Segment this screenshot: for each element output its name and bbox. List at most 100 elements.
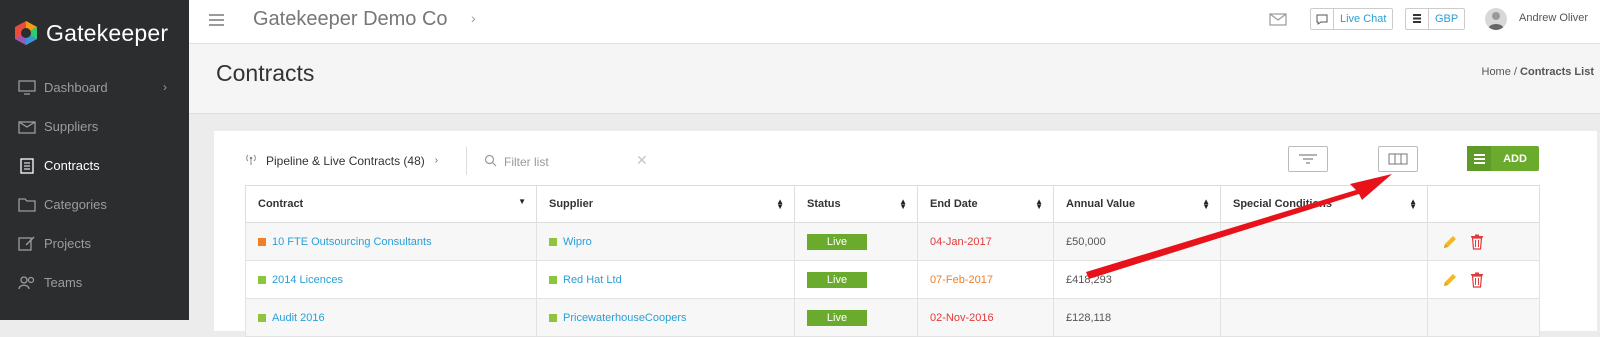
document-icon	[18, 157, 36, 174]
sidebar-item-label: Dashboard	[44, 80, 108, 95]
sort-icon[interactable]: ▲ ▼	[899, 198, 907, 211]
supplier-status-marker	[549, 237, 557, 246]
supplier-link[interactable]: Wipro	[563, 236, 592, 248]
status-badge: Live	[807, 271, 867, 288]
currency-selector[interactable]: GBP	[1405, 8, 1466, 30]
brand-name: Gatekeeper	[46, 19, 169, 46]
annual-value: £418,293	[1066, 273, 1112, 286]
breadcrumb-separator: /	[1513, 66, 1517, 78]
pipeline-selector[interactable]: Pipeline & Live Contracts (48) ›	[244, 153, 438, 168]
end-date: 07-Feb-2017	[930, 273, 993, 286]
trash-icon[interactable]	[1470, 272, 1484, 288]
breadcrumb: Home / Contracts List	[1482, 66, 1595, 78]
box-icon	[18, 119, 36, 135]
column-header-contract[interactable]: Contract ▼	[245, 185, 537, 223]
contract-link[interactable]: Audit 2016	[272, 312, 325, 324]
add-label: ADD	[1503, 152, 1527, 165]
table-row[interactable]: 10 FTE Outsourcing Consultants Wipro Liv…	[245, 222, 1540, 261]
column-header-annual-value[interactable]: Annual Value ▲ ▼	[1053, 185, 1221, 223]
breadcrumb-current: Contracts List	[1520, 66, 1594, 78]
contract-link[interactable]: 10 FTE Outsourcing Consultants	[272, 236, 432, 248]
add-contract-button[interactable]: ADD	[1467, 146, 1539, 171]
chevron-right-icon: ›	[163, 80, 167, 94]
menu-toggle-icon[interactable]	[209, 14, 224, 29]
user-name[interactable]: Andrew Oliver	[1519, 12, 1588, 24]
monitor-icon	[18, 80, 36, 96]
chevron-right-icon: ›	[434, 155, 439, 166]
column-header-supplier[interactable]: Supplier ▲ ▼	[536, 185, 795, 223]
table-row[interactable]: Audit 2016 PricewaterhouseCoopers Live 0…	[245, 298, 1540, 337]
columns-icon	[1388, 153, 1408, 165]
contract-link[interactable]: 2014 Licences	[272, 274, 343, 286]
sidebar-item-label: Contracts	[44, 158, 100, 173]
sort-desc-icon[interactable]: ▼	[518, 198, 526, 206]
chat-bubble-icon	[1311, 9, 1334, 29]
contracts-table: Contract ▼ Supplier ▲ ▼ Status ▲ ▼ End Date ▲ ▼…	[245, 185, 1540, 337]
pipeline-label: Pipeline & Live Contracts (48)	[266, 153, 425, 168]
live-chat-button[interactable]: Live Chat	[1310, 8, 1394, 30]
folder-icon	[18, 197, 36, 213]
sidebar-item-projects[interactable]: Projects	[0, 224, 189, 263]
sidebar-item-categories[interactable]: Categories	[0, 185, 189, 224]
pencil-icon[interactable]	[1442, 234, 1458, 250]
sort-icon[interactable]: ▲ ▼	[1035, 198, 1043, 211]
table-row[interactable]: 2014 Licences Red Hat Ltd Live 07-Feb-20…	[245, 260, 1540, 299]
filter-options-button[interactable]	[1288, 146, 1328, 172]
end-date: 04-Jan-2017	[930, 235, 992, 248]
live-chat-label: Live Chat	[1340, 13, 1387, 25]
status-badge: Live	[807, 233, 867, 250]
column-header-status[interactable]: Status ▲ ▼	[794, 185, 918, 223]
sidebar-item-label: Teams	[44, 275, 83, 290]
contract-status-marker	[258, 275, 266, 284]
columns-toggle-button[interactable]	[1378, 146, 1418, 172]
supplier-status-marker	[549, 275, 557, 284]
status-badge: Live	[807, 309, 867, 326]
annual-value: £128,118	[1066, 311, 1112, 324]
breadcrumb-home[interactable]: Home	[1482, 66, 1511, 78]
contract-status-marker	[258, 237, 266, 246]
page-title: Contracts	[216, 60, 315, 86]
column-header-end-date[interactable]: End Date ▲ ▼	[917, 185, 1054, 223]
currency-label: GBP	[1435, 13, 1459, 25]
gatekeeper-logo-icon	[15, 21, 37, 45]
mail-icon[interactable]	[1269, 13, 1287, 31]
column-header-actions	[1427, 185, 1540, 223]
annual-value: £50,000	[1066, 235, 1106, 248]
divider	[466, 147, 467, 175]
sidebar-item-label: Projects	[44, 236, 91, 251]
sort-icon[interactable]: ▲ ▼	[1202, 198, 1210, 211]
brand[interactable]: Gatekeeper	[0, 0, 189, 66]
sidebar-item-suppliers[interactable]: Suppliers	[0, 107, 189, 146]
pencil-icon[interactable]	[1442, 272, 1458, 288]
avatar[interactable]	[1485, 8, 1507, 30]
search-icon	[484, 154, 497, 172]
page-header: Contracts Home / Contracts List	[189, 44, 1600, 114]
edit-icon	[18, 236, 36, 252]
sidebar-item-label: Categories	[44, 197, 107, 212]
contract-status-marker	[258, 313, 266, 322]
column-header-special-conditions[interactable]: Special Conditions ▲ ▼	[1220, 185, 1428, 223]
clear-filter-icon[interactable]: ✕	[636, 152, 648, 169]
supplier-link[interactable]: PricewaterhouseCoopers	[563, 312, 687, 324]
sidebar-item-label: Suppliers	[44, 119, 99, 134]
sort-icon[interactable]: ▲ ▼	[776, 198, 784, 211]
sort-icon[interactable]: ▲ ▼	[1409, 198, 1417, 211]
contracts-panel: Pipeline & Live Contracts (48) › ✕ ADD C…	[214, 131, 1597, 337]
users-icon	[18, 275, 36, 291]
organisation-title[interactable]: Gatekeeper Demo Co	[253, 8, 448, 31]
supplier-link[interactable]: Red Hat Ltd	[563, 274, 622, 286]
signal-icon	[244, 153, 258, 168]
coin-stack-icon	[1406, 9, 1429, 29]
supplier-status-marker	[549, 313, 557, 322]
filter-list-input[interactable]	[502, 151, 636, 173]
trash-icon[interactable]	[1470, 234, 1484, 250]
sidebar-item-dashboard[interactable]: Dashboard ›	[0, 68, 189, 107]
filter-lines-icon	[1299, 154, 1317, 164]
sidebar: Gatekeeper Dashboard › Suppliers Contrac…	[0, 0, 189, 320]
table-header-row: Contract ▼ Supplier ▲ ▼ Status ▲ ▼ End Date ▲ ▼…	[245, 185, 1540, 223]
sidebar-item-contracts[interactable]: Contracts	[0, 146, 189, 185]
list-icon	[1467, 146, 1491, 171]
sidebar-item-teams[interactable]: Teams	[0, 263, 189, 302]
chevron-right-icon[interactable]: ›	[471, 10, 476, 26]
end-date: 02-Nov-2016	[930, 311, 994, 324]
